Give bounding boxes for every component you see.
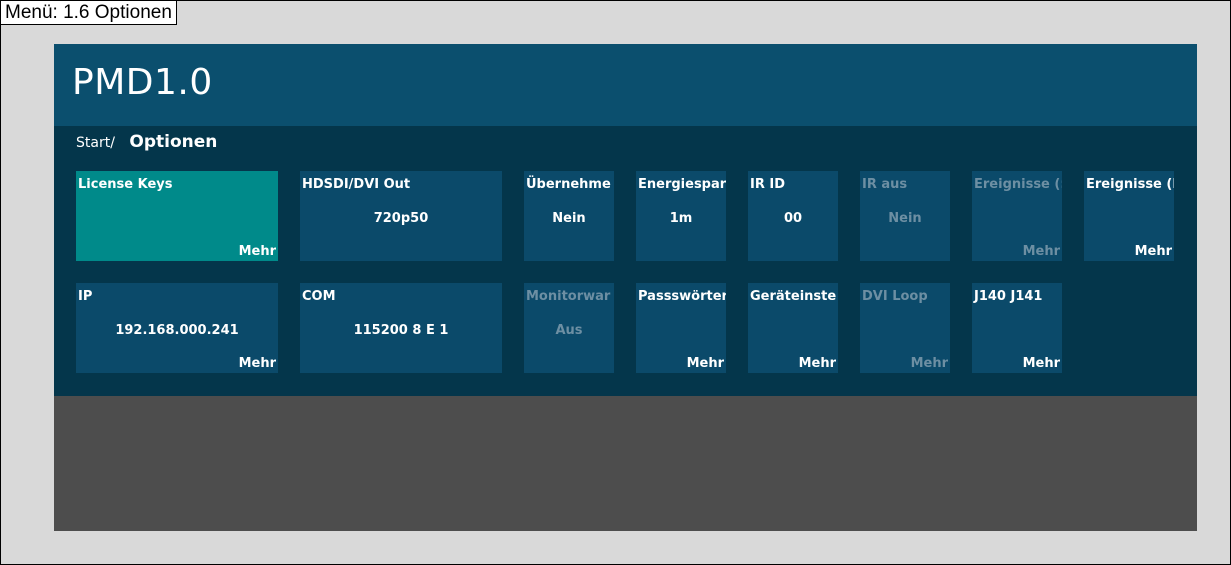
title-bar: PMD1.0 bbox=[54, 44, 1197, 126]
tile-more: Mehr bbox=[238, 356, 276, 371]
tile-ir-aus[interactable]: IR aus Nein bbox=[860, 171, 950, 261]
tile-label: IR ID bbox=[750, 177, 786, 192]
screenshot-frame: Menü: 1.6 Optionen PMD1.0 Start/ Optione… bbox=[0, 0, 1231, 565]
tile-energiespar[interactable]: Energiespar 1m bbox=[636, 171, 726, 261]
tile-label: Ereignisse (I bbox=[1086, 177, 1174, 192]
menu-caption: Menü: 1.6 Optionen bbox=[1, 1, 177, 25]
tile-label: License Keys bbox=[78, 177, 173, 192]
tile-ir-id[interactable]: IR ID 00 bbox=[748, 171, 838, 261]
tile-label: HDSDI/DVI Out bbox=[302, 177, 411, 192]
tile-geraeteinstellungen[interactable]: Geräteinste Mehr bbox=[748, 283, 838, 373]
tile-license-keys[interactable]: License Keys Mehr bbox=[76, 171, 278, 261]
tile-more: Mehr bbox=[910, 356, 948, 371]
tile-label: J140 J141 bbox=[974, 289, 1043, 304]
tile-label: IP bbox=[78, 289, 93, 304]
tile-more: Mehr bbox=[1134, 244, 1172, 259]
tile-com[interactable]: COM 115200 8 E 1 bbox=[300, 283, 502, 373]
tile-label: COM bbox=[302, 289, 336, 304]
tile-value: 00 bbox=[783, 211, 803, 226]
tile-j140-j141[interactable]: J140 J141 Mehr bbox=[972, 283, 1062, 373]
app-window: PMD1.0 Start/ Optionen License Keys Mehr… bbox=[54, 44, 1197, 531]
tile-more: Mehr bbox=[686, 356, 724, 371]
tile-value: 1m bbox=[669, 211, 693, 226]
tile-ip[interactable]: IP 192.168.000.241 Mehr bbox=[76, 283, 278, 373]
breadcrumb-current: Optionen bbox=[129, 132, 218, 152]
tile-label: Übernehme bbox=[526, 177, 611, 192]
tile-label: Ereignisse (: bbox=[974, 177, 1062, 192]
tile-ereignisse-2[interactable]: Ereignisse (I Mehr bbox=[1084, 171, 1174, 261]
tile-ereignisse-1[interactable]: Ereignisse (: Mehr bbox=[972, 171, 1062, 261]
tile-label: IR aus bbox=[862, 177, 908, 192]
tile-value: 192.168.000.241 bbox=[115, 323, 239, 338]
tile-label: Monitorwar bbox=[526, 289, 611, 304]
tile-more: Mehr bbox=[238, 244, 276, 259]
tile-more: Mehr bbox=[1022, 244, 1060, 259]
tile-label: Geräteinste bbox=[750, 289, 837, 304]
tile-monitorwarnung[interactable]: Monitorwar Aus bbox=[524, 283, 614, 373]
tile-value: Nein bbox=[552, 211, 586, 226]
tile-label: DVI Loop bbox=[862, 289, 928, 304]
app-title: PMD1.0 bbox=[72, 62, 213, 103]
tile-value: Aus bbox=[555, 323, 583, 338]
tile-dvi-loop[interactable]: DVI Loop Mehr bbox=[860, 283, 950, 373]
breadcrumb: Start/ Optionen bbox=[76, 132, 217, 152]
tile-more: Mehr bbox=[1022, 356, 1060, 371]
tile-hdsdi-dvi-out[interactable]: HDSDI/DVI Out 720p50 bbox=[300, 171, 502, 261]
tile-label: Energiespar bbox=[638, 177, 726, 192]
tile-value: Nein bbox=[888, 211, 922, 226]
options-panel: Start/ Optionen License Keys Mehr HDSDI/… bbox=[54, 126, 1197, 396]
tile-more: Mehr bbox=[798, 356, 836, 371]
tile-value: 115200 8 E 1 bbox=[353, 323, 449, 338]
tile-passwoerter[interactable]: Passswörter Mehr bbox=[636, 283, 726, 373]
tile-uebernehme[interactable]: Übernehme Nein bbox=[524, 171, 614, 261]
tile-label: Passswörter bbox=[638, 289, 726, 304]
breadcrumb-start[interactable]: Start/ bbox=[76, 135, 115, 151]
tile-value: 720p50 bbox=[373, 211, 429, 226]
